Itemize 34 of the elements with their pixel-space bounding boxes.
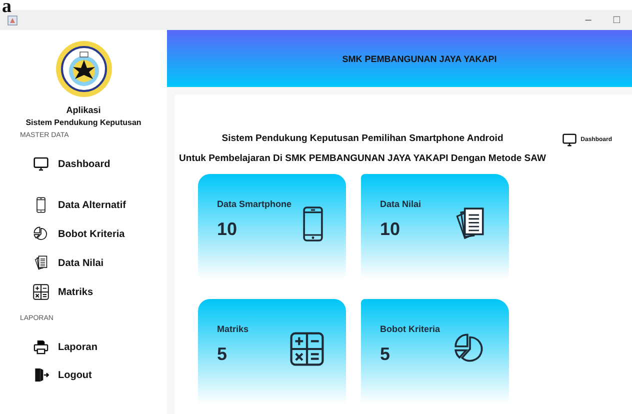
sidebar-item[interactable]: Data Nilai	[33, 254, 167, 272]
monitor-icon	[33, 156, 49, 172]
exit-door-icon	[33, 367, 49, 383]
card-label: Matriks	[217, 324, 249, 334]
smartphone-icon	[302, 206, 324, 242]
app-icon	[7, 14, 18, 26]
maximize-button[interactable]: □	[609, 14, 624, 26]
card-label: Data Nilai	[380, 199, 422, 209]
monitor-icon	[562, 133, 577, 147]
pie-chart-icon	[33, 226, 49, 242]
card-value: 5	[217, 344, 228, 365]
sidebar-item[interactable]: Matriks	[33, 283, 167, 301]
sidebar-item[interactable]: Logout	[33, 366, 167, 384]
calculator-icon	[290, 331, 324, 367]
sidebar-item[interactable]: Laporan	[33, 338, 167, 356]
card-value: 10	[217, 219, 238, 240]
figure-label: a	[2, 0, 12, 13]
app-subtitle: Sistem Pendukung Keputusan	[24, 118, 142, 127]
documents-icon	[33, 255, 49, 271]
card-label: Bobot Kriteria	[380, 324, 440, 334]
sidebar-item[interactable]: Dashboard	[33, 155, 167, 173]
page-subtitle: Untuk Pembelajaran Di SMK PEMBANGUNAN JAYA YAKAPI Dengan Metode SAW	[179, 153, 546, 164]
minimize-button[interactable]: –	[581, 14, 596, 26]
school-emblem-icon	[54, 40, 112, 98]
sidebar-item[interactable]: Bobot Kriteria	[33, 225, 167, 243]
sidebar-item[interactable]: Data Alternatif	[33, 196, 167, 214]
header-title: SMK PEMBANGUNAN JAYA YAKAPI	[342, 54, 497, 64]
card-label: Data Smartphone	[217, 199, 292, 209]
page-title: Sistem Pendukung Keputusan Pemilihan Smartphone Android	[222, 133, 504, 144]
app-title: Aplikasi	[65, 105, 102, 115]
card-value: 5	[380, 344, 390, 365]
printer-icon	[33, 339, 49, 355]
calculator-icon	[33, 284, 49, 300]
card-value: 10	[380, 219, 400, 240]
